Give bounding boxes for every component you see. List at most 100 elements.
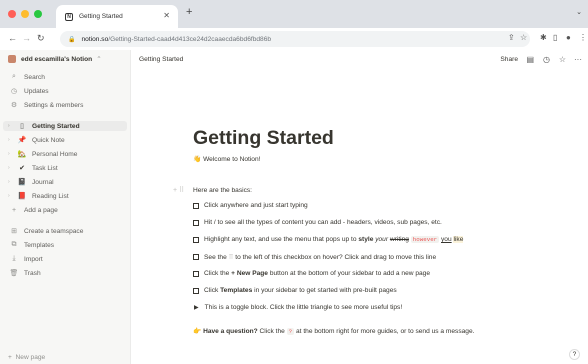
sidebar-item-label: Personal Home	[32, 150, 78, 158]
browser-window: N Getting Started ✕ + ⌄ ← → ↻ 🔒 notion.s…	[0, 0, 588, 364]
tab-title: Getting Started	[79, 13, 123, 20]
sidebar-item-task-list[interactable]: › ✔ Task List	[8, 163, 58, 173]
sidebar-item-trash[interactable]: 🗑 Trash	[8, 268, 41, 278]
sidebar-item-import[interactable]: ⤓ Import	[8, 254, 43, 264]
comments-icon[interactable]: ▤	[526, 55, 534, 64]
lock-icon: 🔒	[68, 36, 76, 43]
expand-arrow-icon[interactable]: ›	[8, 179, 14, 185]
notion-favicon-icon: N	[65, 12, 73, 21]
sidebar-item-settings[interactable]: ⚙ Settings & members	[8, 100, 84, 110]
todo-text: Click the + New Page button at the botto…	[204, 270, 431, 277]
todo-text: See the ⠿ to the left of this checkbox o…	[204, 254, 437, 261]
help-callout[interactable]: 👉 Have a question? Click the ? at the bo…	[193, 327, 474, 335]
breadcrumb[interactable]: Getting Started	[139, 56, 183, 63]
expand-arrow-icon[interactable]: ›	[8, 151, 14, 157]
sidebar-item-search[interactable]: ⌕ Search	[8, 72, 45, 82]
minimize-window-button[interactable]	[21, 10, 29, 18]
sidebar-item-create-teamspace[interactable]: ⊞ Create a teamspace	[8, 226, 83, 236]
chrome-menu-icon[interactable]: ⋮	[579, 33, 587, 42]
extensions-icon[interactable]: ✱	[540, 33, 547, 42]
checkbox[interactable]	[193, 202, 199, 209]
sidebar-item-label: Import	[24, 255, 43, 263]
basics-heading[interactable]: Here are the basics:	[193, 187, 252, 194]
plus-icon: +	[11, 206, 17, 214]
welcome-line[interactable]: 👋 Welcome to Notion!	[193, 155, 260, 163]
todo-item[interactable]: Click the + New Page button at the botto…	[193, 270, 430, 277]
expand-arrow-icon[interactable]: ›	[8, 137, 14, 143]
sidebar-item-label: Journal	[32, 178, 54, 186]
profile-avatar-icon[interactable]: ●	[566, 33, 571, 42]
forward-icon[interactable]: →	[22, 33, 31, 43]
new-tab-button[interactable]: +	[186, 6, 192, 18]
workspace-switcher[interactable]: edd escamilla's Notion ⌃	[8, 55, 102, 63]
sidebar-item-label: Updates	[24, 87, 49, 95]
plus-icon[interactable]: +	[173, 187, 177, 194]
welcome-text: Welcome to Notion!	[203, 156, 261, 163]
sidebar-item-journal[interactable]: › 📓 Journal	[8, 177, 54, 187]
sidebar-item-quick-note[interactable]: › 📌 Quick Note	[8, 135, 65, 145]
book-icon: 📕	[17, 193, 27, 200]
new-page-button[interactable]: + New page	[8, 354, 45, 361]
workspace-name: edd escamilla's Notion	[21, 55, 93, 63]
back-icon[interactable]: ←	[8, 33, 17, 43]
drag-handle-icon[interactable]: ⠿	[179, 187, 184, 194]
expand-arrow-icon[interactable]: ›	[8, 193, 14, 199]
sidepanel-icon[interactable]: ▯	[553, 33, 557, 42]
sidebar-item-getting-started[interactable]: › ▯ Getting Started	[3, 121, 127, 131]
todo-text: Highlight any text, and use the menu tha…	[204, 236, 464, 243]
sidebar-item-label: Templates	[24, 241, 55, 249]
import-icon: ⤓	[12, 255, 16, 262]
toggle-block[interactable]: ▶ This is a toggle block. Click the litt…	[193, 304, 402, 311]
share-page-icon[interactable]: ⇪	[508, 33, 515, 42]
tab-search-icon[interactable]: ⌄	[576, 8, 582, 16]
sidebar-item-label: Add a page	[24, 206, 58, 214]
close-window-button[interactable]	[8, 10, 16, 18]
share-button[interactable]: Share	[500, 56, 518, 63]
more-options-icon[interactable]: ···	[574, 55, 582, 64]
sidebar-item-label: Search	[24, 73, 45, 81]
reload-icon[interactable]: ↻	[37, 33, 45, 44]
help-button[interactable]: ?	[569, 349, 580, 360]
checkbox[interactable]	[193, 254, 199, 260]
notebook-icon: 📓	[17, 179, 27, 186]
checkbox[interactable]	[193, 287, 199, 294]
expand-arrow-icon[interactable]: ›	[8, 165, 14, 171]
help-code: ?	[286, 328, 295, 335]
sidebar-item-updates[interactable]: ◷ Updates	[8, 86, 49, 96]
checkbox[interactable]	[193, 236, 199, 243]
teamspace-icon: ⊞	[11, 228, 17, 235]
toggle-triangle-icon[interactable]: ▶	[194, 304, 199, 311]
sidebar-item-reading-list[interactable]: › 📕 Reading List	[8, 191, 69, 201]
url-input[interactable]: 🔒 notion.so/Getting-Started-caad4d413ce2…	[60, 31, 530, 47]
chevron-updown-icon: ⌃	[96, 56, 102, 63]
add-page-button[interactable]: + Add a page	[8, 205, 58, 215]
history-icon[interactable]: ◷	[543, 55, 550, 64]
todo-item[interactable]: Hit / to see all the types of content yo…	[193, 219, 442, 226]
sidebar-item-templates[interactable]: ⧉ Templates	[8, 240, 55, 250]
todo-item[interactable]: See the ⠿ to the left of this checkbox o…	[193, 253, 436, 261]
browser-tab[interactable]: N Getting Started ✕	[56, 5, 178, 28]
bookmark-star-icon[interactable]: ☆	[520, 33, 527, 42]
favorite-star-icon[interactable]: ☆	[559, 55, 566, 64]
close-tab-icon[interactable]: ✕	[163, 11, 170, 20]
sidebar-item-label: Create a teamspace	[24, 227, 84, 235]
page-icon: ▯	[20, 123, 24, 130]
sidebar-item-personal-home[interactable]: › 🏡 Personal Home	[8, 149, 77, 159]
block-handle[interactable]: + ⠿	[173, 186, 184, 194]
todo-item[interactable]: Click Templates in your sidebar to get s…	[193, 287, 397, 294]
avatar	[8, 55, 16, 63]
url-domain: notion.so	[81, 35, 109, 43]
sidebar-item-label: Task List	[32, 164, 58, 172]
drag-handle-icon: ⠿	[228, 254, 234, 261]
sidebar-item-label: Trash	[24, 269, 41, 277]
page-title[interactable]: Getting Started	[193, 127, 334, 150]
maximize-window-button[interactable]	[34, 10, 42, 18]
checkbox[interactable]	[193, 219, 199, 226]
expand-arrow-icon[interactable]: ›	[8, 123, 14, 129]
trash-icon: 🗑	[9, 270, 19, 277]
todo-item[interactable]: Highlight any text, and use the menu tha…	[193, 236, 464, 243]
window-controls	[8, 10, 42, 18]
templates-icon: ⧉	[11, 241, 17, 248]
checkbox[interactable]	[193, 270, 199, 277]
todo-item[interactable]: Click anywhere and just start typing	[193, 202, 308, 209]
